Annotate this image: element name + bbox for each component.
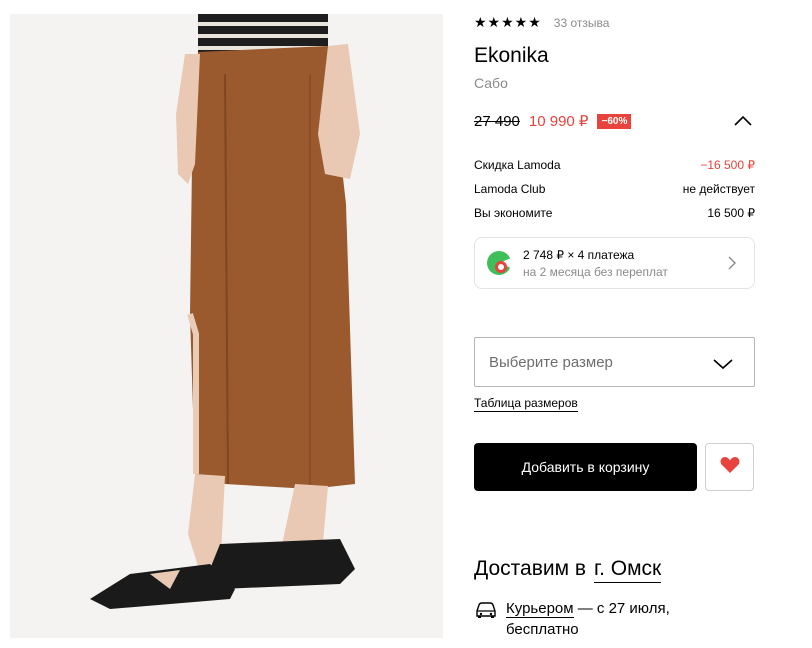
star-icon: ★★★★★ xyxy=(474,14,542,30)
installment-main-text: 2 748 ₽ × 4 платежа xyxy=(523,248,635,262)
current-price: 10 990 ₽ xyxy=(528,113,589,130)
size-placeholder: Выберите размер xyxy=(489,354,613,371)
product-image xyxy=(10,14,443,638)
reviews-count[interactable]: 33 отзыва xyxy=(554,16,610,30)
product-info-column: ★★★★★ 33 отзыва Ekonika Сабо 27 490 10 9… xyxy=(474,0,755,648)
price-row: 27 490 10 990 ₽ −60% xyxy=(474,110,755,132)
detail-label: Вы экономите xyxy=(474,206,553,220)
courier-cost: бесплатно xyxy=(506,621,579,638)
detail-row-savings: Вы экономите 16 500 ₽ xyxy=(474,206,755,220)
chevron-down-icon xyxy=(712,357,734,375)
chevron-up-icon[interactable] xyxy=(733,114,753,132)
discount-badge: −60% xyxy=(597,113,632,129)
detail-row-lamoda-discount: Скидка Lamoda −16 500 ₽ xyxy=(474,158,755,172)
old-price: 27 490 xyxy=(474,112,520,130)
detail-value: 16 500 ₽ xyxy=(707,206,755,220)
courier-date: — с 27 июля, xyxy=(573,600,670,617)
detail-row-lamoda-club: Lamoda Club не действует xyxy=(474,182,755,196)
detail-value: не действует xyxy=(682,182,755,196)
detail-label: Скидка Lamoda xyxy=(474,158,561,172)
courier-delivery-line: Курьером — с 27 июля, xyxy=(506,600,670,618)
size-select[interactable]: Выберите размер xyxy=(474,337,755,387)
chevron-right-icon xyxy=(728,256,736,275)
installment-card[interactable]: 2 748 ₽ × 4 платежа на 2 месяца без пере… xyxy=(474,237,755,289)
brand-name[interactable]: Ekonika xyxy=(474,44,549,68)
installment-logo-icon xyxy=(486,250,513,281)
product-type: Сабо xyxy=(474,75,508,91)
delivery-title: Доставим в г. Омск xyxy=(474,557,662,583)
favorite-button[interactable] xyxy=(705,443,754,491)
installment-sub-text: на 2 месяца без переплат xyxy=(523,265,668,279)
detail-label: Lamoda Club xyxy=(474,182,546,196)
detail-value: −16 500 ₽ xyxy=(700,158,755,172)
delivery-city-link[interactable]: г. Омск xyxy=(594,557,662,583)
courier-link[interactable]: Курьером xyxy=(506,600,574,618)
product-photo[interactable] xyxy=(10,14,443,638)
add-to-cart-button[interactable]: Добавить в корзину xyxy=(474,443,697,491)
rating[interactable]: ★★★★★ 33 отзыва xyxy=(474,14,609,31)
size-table-link[interactable]: Таблица размеров xyxy=(474,396,578,412)
car-icon xyxy=(474,600,498,625)
delivery-label: Доставим в xyxy=(474,557,587,580)
heart-icon xyxy=(720,456,740,479)
